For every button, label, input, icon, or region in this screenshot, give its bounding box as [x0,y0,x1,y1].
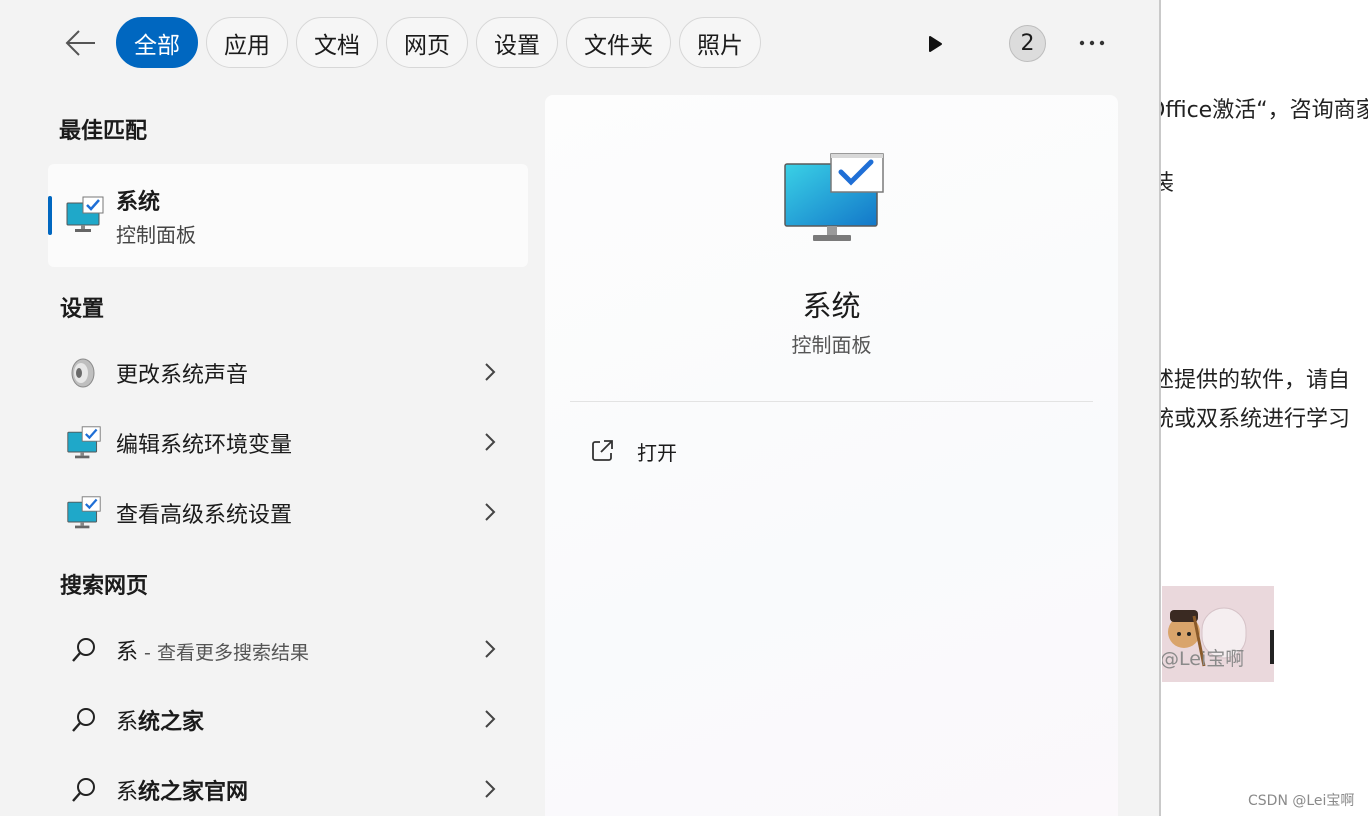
speaker-icon [65,355,103,391]
bg-image-caption: @Lei宝啊 [1162,648,1245,670]
tab-documents[interactable]: 文档 [296,17,378,68]
web-search-item[interactable]: 系 - 查看更多搜索结果 [48,620,528,678]
detail-subtitle: 控制面板 [791,333,872,357]
section-best-match: 最佳匹配 [59,119,148,144]
play-icon [929,36,942,52]
tab-photos[interactable]: 照片 [679,17,761,68]
chevron-right-icon [485,640,496,658]
detail-title: 系统 [802,289,861,323]
divider [570,401,1093,402]
rewards-badge[interactable]: 2 [1009,25,1046,62]
bg-text-line: Office激活“，咨询商家 [1148,98,1368,123]
more-options-button[interactable] [1074,30,1110,56]
web-search-label: 系统之家官网 [116,774,248,806]
bg-text-line: 述提供的软件，请自 [1152,368,1351,393]
see-more-results: - 查看更多搜索结果 [138,642,309,664]
tab-folders[interactable]: 文件夹 [566,17,671,68]
bg-sticker-image: @Lei宝啊 [1162,586,1274,682]
more-dots-icon [1079,40,1105,46]
best-match-title: 系统 [116,190,161,215]
open-label: 打开 [637,441,677,465]
open-button[interactable]: 打开 [589,433,789,469]
query-text: 系 [116,780,139,805]
filter-tabs: 全部 应用 文档 网页 设置 文件夹 照片 [116,17,761,68]
more-filters-button[interactable] [920,28,950,60]
query-text: 系 [116,640,139,665]
search-icon [65,772,103,808]
settings-item[interactable]: 更改系统声音 [48,343,528,401]
web-search-label: 系统之家 [116,704,204,736]
chevron-right-icon [485,780,496,798]
bg-text-line: 统或双系统进行学习 [1152,407,1351,432]
chevron-right-icon [485,363,496,381]
monitor-check-icon [66,196,104,232]
section-web-search: 搜索网页 [60,574,149,599]
web-search-item[interactable]: 系统之家官网 [48,760,528,816]
web-search-item[interactable]: 系统之家 [48,690,528,748]
search-icon [65,632,103,668]
tab-all[interactable]: 全部 [116,17,198,68]
section-settings: 设置 [60,297,105,322]
best-match-subtitle: 控制面板 [116,223,196,247]
chevron-right-icon [485,503,496,521]
back-button[interactable] [62,24,100,62]
query-text: 系 [116,710,139,735]
settings-item-label: 更改系统声音 [116,363,249,388]
open-external-icon [592,440,613,461]
settings-item-label: 查看高级系统设置 [116,503,293,528]
watermark: CSDN @Lei宝啊 [1248,793,1355,809]
settings-item[interactable]: 编辑系统环境变量 [48,413,528,471]
tab-apps[interactable]: 应用 [206,17,288,68]
monitor-check-icon [784,153,884,241]
selection-indicator [48,196,52,235]
best-match-result[interactable]: 系统 控制面板 [48,164,528,267]
chevron-right-icon [485,433,496,451]
tab-web[interactable]: 网页 [386,17,468,68]
tab-settings[interactable]: 设置 [476,17,558,68]
detail-pane: 系统 控制面板 打开 [545,95,1118,816]
chevron-right-icon [485,710,496,728]
suggestion-completion: 统之家 [138,710,205,735]
search-icon [65,702,103,738]
suggestion-completion: 统之家官网 [138,780,249,805]
monitor-check-icon [67,426,101,459]
monitor-check-icon [67,496,101,529]
back-arrow-icon [65,30,95,56]
search-panel: 全部 应用 文档 网页 设置 文件夹 照片 2 最佳匹配 系统 控制面板 设置 … [0,0,1161,816]
settings-item[interactable]: 查看高级系统设置 [48,483,528,541]
settings-item-label: 编辑系统环境变量 [116,433,293,458]
filter-toolbar: 全部 应用 文档 网页 设置 文件夹 照片 2 [0,0,1159,88]
web-search-label: 系 - 查看更多搜索结果 [116,634,309,666]
